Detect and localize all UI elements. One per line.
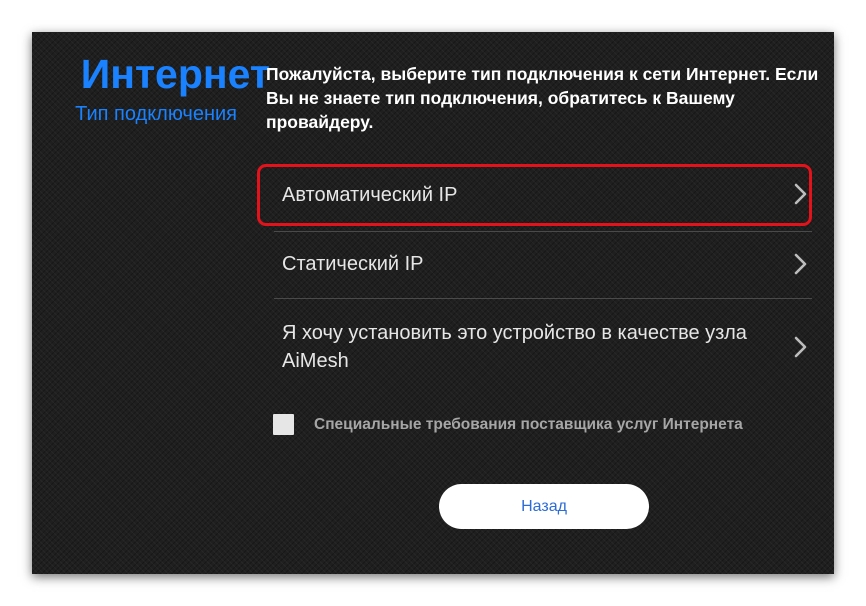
option-aimesh-node[interactable]: Я хочу установить это устройство в качес… <box>274 299 812 391</box>
back-button[interactable]: Назад <box>439 484 649 529</box>
chevron-right-icon <box>794 183 807 205</box>
option-automatic-ip[interactable]: Автоматический IP <box>274 160 812 230</box>
page-subtitle: Тип подключения <box>75 103 237 125</box>
chevron-right-icon <box>794 253 807 275</box>
special-requirements-checkbox[interactable] <box>273 414 294 435</box>
page-title: Интернет <box>80 51 270 97</box>
option-label: Автоматический IP <box>282 184 458 206</box>
option-static-ip[interactable]: Статический IP <box>274 232 812 299</box>
option-label: Я хочу установить это устройство в качес… <box>282 322 747 372</box>
chevron-right-icon <box>794 336 807 358</box>
option-label: Статический IP <box>282 253 424 275</box>
instruction-text: Пожалуйста, выберите тип подключения к с… <box>266 64 819 132</box>
special-requirements-label[interactable]: Специальные требования поставщика услуг … <box>314 415 743 435</box>
special-requirements-row: Специальные требования поставщика услуг … <box>273 413 813 437</box>
